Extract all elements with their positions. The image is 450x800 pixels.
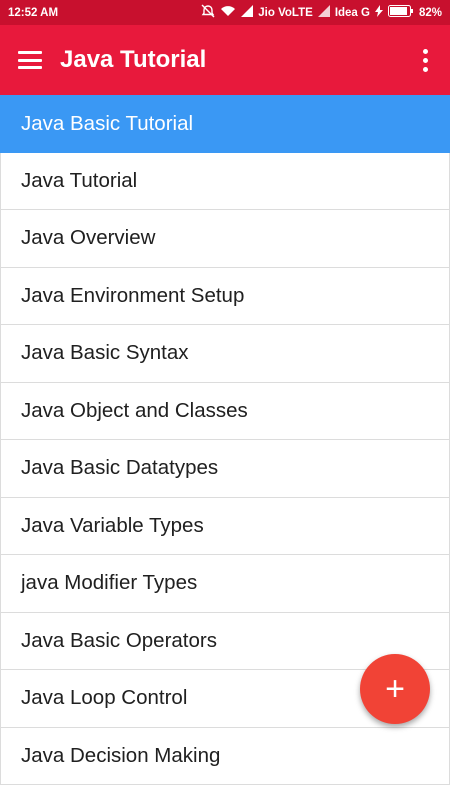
- signal-icon: [241, 5, 254, 20]
- list-item[interactable]: Java Basic Syntax: [0, 325, 450, 383]
- wifi-icon: [220, 5, 236, 20]
- carrier2-label: Idea G: [334, 6, 370, 19]
- hamburger-menu-icon[interactable]: [0, 25, 60, 95]
- battery-percent: 82%: [418, 6, 442, 19]
- carrier1-label: Jio VoLTE: [258, 6, 313, 19]
- list-item[interactable]: java Modifier Types: [0, 555, 450, 613]
- page-title: Java Tutorial: [60, 46, 207, 73]
- list-item[interactable]: Java Basic Datatypes: [0, 440, 450, 498]
- status-bar: 12:52 AM Jio VoLTE Idea G 82%: [0, 0, 450, 25]
- plus-icon: +: [385, 669, 405, 708]
- list-header[interactable]: Java Basic Tutorial: [0, 95, 450, 153]
- status-indicators: Jio VoLTE Idea G 82%: [201, 4, 442, 21]
- alarm-off-icon: [201, 4, 215, 21]
- battery-icon: [387, 5, 414, 20]
- signal-icon: [317, 5, 330, 20]
- list-item[interactable]: Java Object and Classes: [0, 382, 450, 440]
- list-item[interactable]: Java Tutorial: [0, 152, 450, 210]
- more-vert-icon[interactable]: [400, 25, 450, 95]
- list-item[interactable]: Java Overview: [0, 210, 450, 268]
- charging-icon: [374, 5, 383, 20]
- status-time: 12:52 AM: [8, 6, 59, 19]
- list-item[interactable]: Java Variable Types: [0, 497, 450, 555]
- add-fab-button[interactable]: +: [360, 654, 430, 724]
- app-bar: Java Tutorial: [0, 25, 450, 95]
- list-item[interactable]: Java Decision Making: [0, 727, 450, 785]
- list-item[interactable]: Java Environment Setup: [0, 267, 450, 325]
